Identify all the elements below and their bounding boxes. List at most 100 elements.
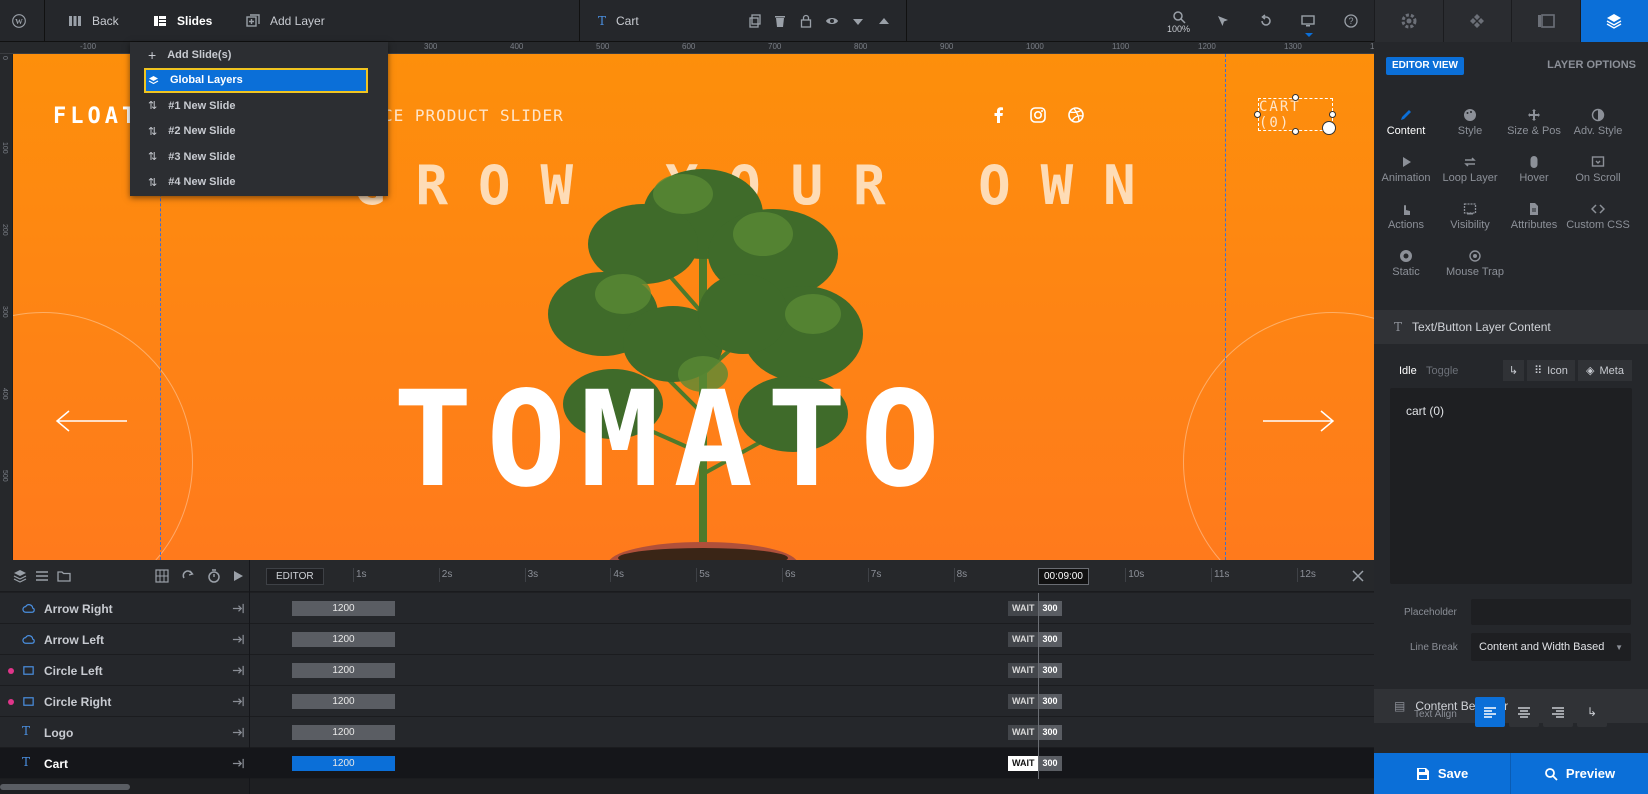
global-layers-item[interactable]: Global Layers [144, 67, 368, 93]
save-button[interactable]: Save [1374, 753, 1510, 794]
mouse-trap-button[interactable]: Mouse Trap [1440, 249, 1510, 278]
timeline-scrollbar[interactable] [0, 784, 130, 790]
eye-icon[interactable] [824, 13, 840, 29]
align-right-button[interactable] [1543, 697, 1573, 727]
arrow-left-layer[interactable] [55, 409, 129, 433]
slide-item-2[interactable]: ⇅ #2 New Slide [130, 119, 388, 145]
instagram-icon[interactable] [1029, 106, 1047, 124]
wordpress-logo[interactable]: W [12, 0, 26, 42]
move-up-icon[interactable] [876, 13, 892, 29]
settings-tab[interactable] [1374, 0, 1443, 42]
slide-item-4[interactable]: ⇅ #4 New Slide [130, 170, 388, 196]
slide-item-3[interactable]: ⇅ #3 New Slide [130, 144, 388, 170]
duration-bar[interactable]: 1200 [292, 725, 395, 740]
loop-icon[interactable] [180, 568, 196, 584]
icon-button[interactable]: ⠿ Icon [1527, 360, 1575, 381]
adv-style-button[interactable]: Adv. Style [1566, 108, 1630, 137]
wait-badge[interactable]: WAIT 300 [1008, 725, 1062, 740]
attributes-button[interactable]: Attributes [1502, 202, 1566, 231]
list-icon[interactable] [34, 568, 50, 584]
timeline-row-cart[interactable]: T Cart 1200 WAIT 300 [0, 748, 1374, 779]
align-center-button[interactable] [1509, 697, 1539, 727]
line-break-icon[interactable]: ↳ [1503, 360, 1524, 381]
timeline-row-circle-left[interactable]: Circle Left 1200 WAIT 300 [0, 655, 1374, 686]
expand-icon[interactable] [232, 664, 245, 677]
slide-item-1[interactable]: ⇅ #1 New Slide [130, 93, 388, 119]
duration-bar[interactable]: 1200 [292, 756, 395, 771]
wait-badge[interactable]: WAIT 300 [1008, 632, 1062, 647]
size-pos-button[interactable]: Size & Pos [1502, 108, 1566, 137]
undo-icon[interactable] [1258, 13, 1274, 29]
timeline-row-arrow-right[interactable]: Arrow Right 1200 WAIT 300 [0, 593, 1374, 624]
wait-badge[interactable]: WAIT 300 [1008, 663, 1062, 678]
idle-tab[interactable]: Idle [1399, 365, 1417, 377]
add-slides-item[interactable]: + Add Slide(s) [130, 42, 388, 68]
content-textarea[interactable]: cart (0) [1390, 388, 1632, 584]
timeline-row-arrow-left[interactable]: Arrow Left 1200 WAIT 300 [0, 624, 1374, 655]
zoom-icon[interactable] [1171, 9, 1187, 25]
content-button[interactable]: Content [1374, 108, 1438, 137]
add-layer-button[interactable]: Add Layer [246, 0, 325, 42]
wait-badge[interactable]: WAIT 300 [1008, 756, 1062, 771]
duration-bar[interactable]: 1200 [292, 632, 395, 647]
timer-icon[interactable] [206, 568, 222, 584]
help-icon[interactable]: ? [1343, 13, 1359, 29]
timeline-row-circle-right[interactable]: Circle Right 1200 WAIT 300 [0, 686, 1374, 717]
expand-icon[interactable] [232, 695, 245, 708]
preview-button[interactable]: Preview [1511, 753, 1648, 794]
lock-icon[interactable] [798, 13, 814, 29]
play-icon[interactable] [230, 568, 246, 584]
static-button[interactable]: Static [1374, 249, 1438, 278]
timeline-row-logo[interactable]: T Logo 1200 WAIT 300 [0, 717, 1374, 748]
editor-view-badge[interactable]: EDITOR VIEW [1386, 57, 1464, 75]
desktop-view-icon[interactable] [1300, 13, 1316, 29]
folder-icon[interactable] [56, 568, 72, 584]
layers-tab[interactable] [1579, 0, 1648, 42]
layers-toggle-icon[interactable] [12, 568, 28, 584]
duration-bar[interactable]: 1200 [292, 601, 395, 616]
hover-button[interactable]: Hover [1502, 155, 1566, 184]
close-icon[interactable] [1350, 568, 1366, 584]
back-button[interactable]: Back [68, 0, 119, 42]
toggle-tab[interactable]: Toggle [1426, 365, 1458, 377]
meta-button[interactable]: ◈ Meta [1578, 360, 1632, 381]
resize-handle-icon[interactable] [1322, 121, 1336, 135]
duration-bar[interactable]: 1200 [292, 694, 395, 709]
wait-badge[interactable]: WAIT 300 [1008, 601, 1062, 616]
current-layer-indicator[interactable]: T Cart [598, 0, 639, 42]
duration-bar[interactable]: 1200 [292, 663, 395, 678]
layer-options-title[interactable]: LAYER OPTIONS [1547, 59, 1636, 71]
actions-button[interactable]: Actions [1374, 202, 1438, 231]
custom-css-button[interactable]: Custom CSS [1566, 202, 1630, 231]
editor-mode-badge[interactable]: EDITOR [266, 568, 324, 585]
timeline-grid-icon[interactable] [154, 568, 170, 584]
circle-right-layer[interactable] [1183, 312, 1374, 560]
content-section-header[interactable]: T Text/Button Layer Content [1374, 310, 1648, 344]
slides-tab[interactable] [1511, 0, 1580, 42]
arrow-right-layer[interactable] [1261, 409, 1335, 433]
move-down-icon[interactable] [850, 13, 866, 29]
expand-icon[interactable] [232, 757, 245, 770]
placeholder-input[interactable] [1471, 599, 1631, 625]
slides-button[interactable]: Slides [153, 0, 212, 42]
trash-icon[interactable] [772, 13, 788, 29]
dribbble-icon[interactable] [1067, 106, 1085, 124]
loop-layer-button[interactable]: Loop Layer [1438, 155, 1502, 184]
expand-icon[interactable] [232, 602, 245, 615]
style-button[interactable]: Style [1438, 108, 1502, 137]
on-scroll-button[interactable]: On Scroll [1566, 155, 1630, 184]
facebook-icon[interactable] [990, 106, 1008, 124]
animation-button[interactable]: Animation [1374, 155, 1438, 184]
wait-badge[interactable]: WAIT 300 [1008, 694, 1062, 709]
pointer-icon[interactable] [1215, 13, 1231, 29]
navigation-tab[interactable] [1442, 0, 1511, 42]
expand-icon[interactable] [232, 633, 245, 646]
circle-left-layer[interactable] [13, 312, 193, 560]
title-layer[interactable]: TOMATO [393, 374, 954, 506]
line-break-select[interactable]: Content and Width Based ▼ [1471, 633, 1631, 661]
visibility-button[interactable]: Visibility [1438, 202, 1502, 231]
align-inherit-button[interactable]: ↳ [1577, 697, 1607, 727]
align-left-button[interactable] [1475, 697, 1505, 727]
current-time-marker[interactable]: 00:09:00 [1038, 568, 1089, 585]
logo-layer[interactable]: FLOAT [53, 104, 139, 129]
